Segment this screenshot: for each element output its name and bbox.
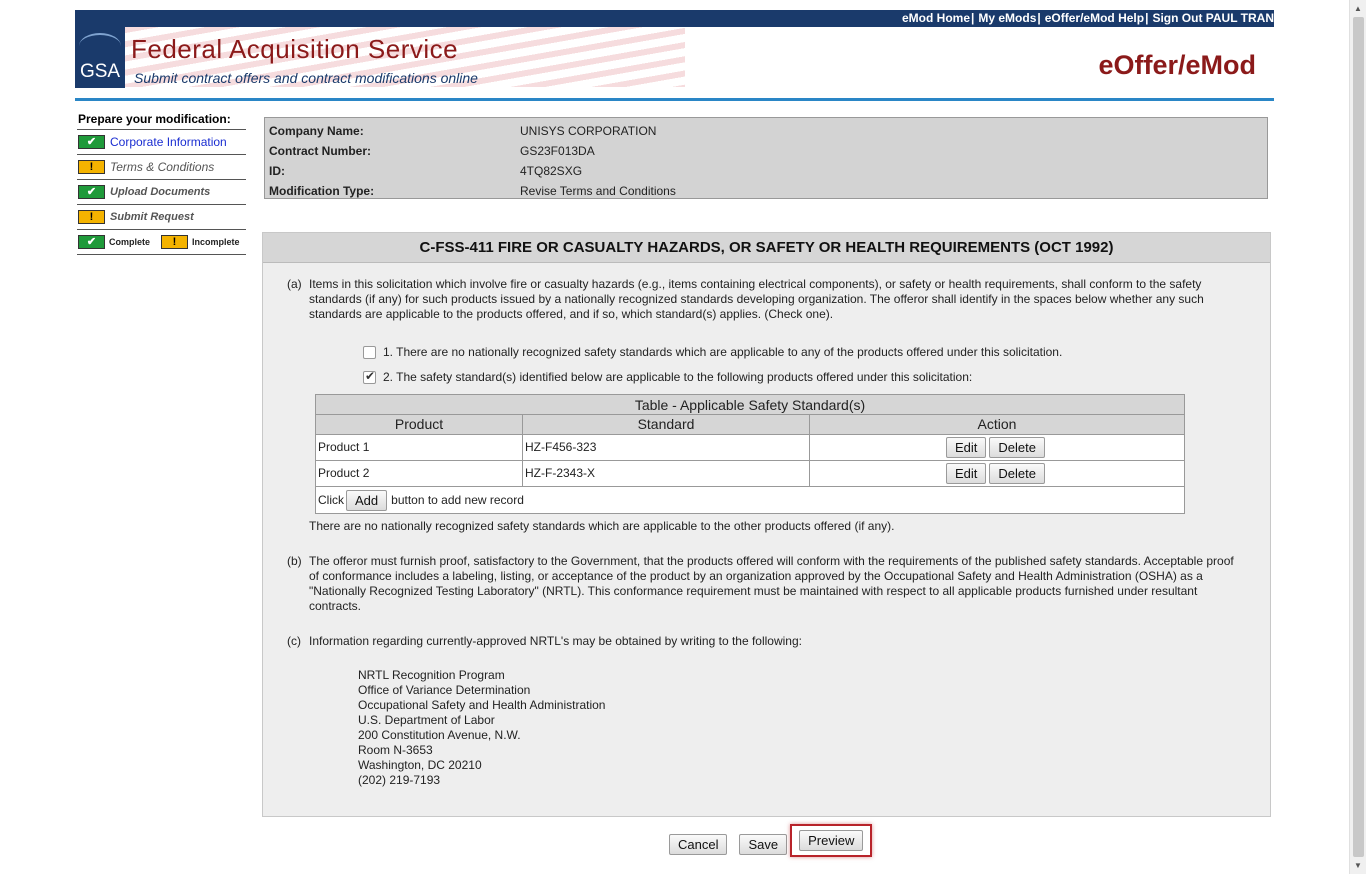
scroll-down-icon[interactable]: ▼ [1350, 857, 1366, 874]
paragraph-c: (c) Information regarding currently-appr… [287, 634, 1247, 649]
cancel-button[interactable]: Cancel [669, 833, 728, 855]
action-cell: Edit Delete [810, 435, 1184, 460]
sidebar-item-upload-documents[interactable]: ✔ Upload Documents [77, 180, 246, 205]
clause-title: C-FSS-411 FIRE OR CASUALTY HAZARDS, OR S… [263, 233, 1270, 263]
sidebar-item-submit-request[interactable]: ! Submit Request [77, 205, 246, 230]
add-row: Click Add button to add new record [316, 487, 1184, 513]
sidebar-item-terms-conditions[interactable]: ! Terms & Conditions [77, 155, 246, 180]
table-caption: Table - Applicable Safety Standard(s) [316, 395, 1184, 415]
contract-info: Company Name: UNISYS CORPORATION Contract… [264, 117, 1268, 199]
option-1-checkbox[interactable] [363, 345, 376, 359]
address-line: Room N-3653 [358, 743, 433, 757]
column-header-product: Product [316, 415, 523, 434]
warning-icon: ! [161, 235, 189, 249]
site-header: eMod Home| My eMods| eOffer/eMod Help| Sign… [75, 10, 1274, 101]
table-header: Product Standard Action [316, 415, 1184, 435]
paragraph-a-text: Items in this solicitation which involve… [309, 277, 1204, 321]
warning-icon: ! [78, 160, 105, 174]
option-2[interactable]: 2. The safety standard(s) identified bel… [363, 369, 973, 384]
table-row: Product 1 HZ-F456-323 Edit Delete [316, 435, 1184, 461]
option-2-checkbox[interactable] [363, 369, 376, 384]
paragraph-b-mark: (b) [287, 554, 302, 568]
warning-icon: ! [78, 210, 105, 224]
sidebar-item-label[interactable]: Corporate Information [110, 135, 227, 149]
brand-logo: eOffer/eMod [1098, 50, 1256, 80]
contract-value: GS23F013DA [520, 144, 595, 158]
nrtl-address: NRTL Recognition Program Office of Varia… [358, 668, 605, 788]
safety-standards-table: Table - Applicable Safety Standard(s) Pr… [315, 394, 1185, 514]
standard-cell: HZ-F-2343-X [523, 461, 810, 486]
sidebar-item-label[interactable]: Upload Documents [110, 186, 210, 198]
after-table-text: There are no nationally recognized safet… [309, 519, 895, 533]
company-value: UNISYS CORPORATION [520, 124, 657, 138]
edit-button[interactable]: Edit [946, 463, 987, 484]
company-label: Company Name: [269, 124, 364, 138]
top-nav: eMod Home| My eMods| eOffer/eMod Help| Sign… [75, 10, 1274, 27]
add-prefix: Click [318, 493, 344, 507]
column-header-action: Action [977, 416, 1017, 432]
form-actions: Cancel Save Preview [669, 824, 873, 857]
paragraph-b: (b) The offeror must furnish proof, sati… [287, 554, 1247, 614]
legend-complete: Complete [109, 237, 151, 247]
sidebar-heading: Prepare your modification: [77, 111, 246, 130]
add-suffix: button to add new record [391, 493, 524, 507]
vertical-scrollbar[interactable]: ▲ ▼ [1349, 0, 1366, 874]
column-header-standard: Standard [523, 415, 810, 434]
address-line: NRTL Recognition Program [358, 668, 505, 682]
option-1-label: 1. There are no nationally recognized sa… [383, 345, 1063, 359]
address-line: Washington, DC 20210 [358, 758, 482, 772]
address-line: 200 Constitution Avenue, N.W. [358, 728, 521, 742]
help-link[interactable]: eOffer/eMod Help [1045, 11, 1144, 25]
check-icon: ✔ [78, 185, 105, 199]
modtype-label: Modification Type: [269, 184, 375, 198]
site-title: Federal Acquisition Service [131, 34, 459, 64]
sidebar: Prepare your modification: ✔ Corporate I… [77, 111, 246, 255]
my-emods-link[interactable]: My eMods [978, 11, 1036, 25]
scrollbar-thumb[interactable] [1353, 17, 1364, 857]
sidebar-item-label[interactable]: Terms & Conditions [110, 160, 214, 174]
scroll-up-icon[interactable]: ▲ [1350, 0, 1366, 17]
paragraph-a: (a) Items in this solicitation which inv… [287, 277, 1247, 322]
modtype-value: Revise Terms and Conditions [520, 184, 676, 198]
address-line: U.S. Department of Labor [358, 713, 495, 727]
option-2-label: 2. The safety standard(s) identified bel… [383, 370, 973, 384]
delete-button[interactable]: Delete [989, 437, 1045, 458]
emod-home-link[interactable]: eMod Home [902, 11, 970, 25]
id-label: ID: [269, 164, 285, 178]
check-icon: ✔ [78, 135, 105, 149]
paragraph-b-text: The offeror must furnish proof, satisfac… [309, 554, 1234, 613]
paragraph-a-mark: (a) [287, 277, 302, 291]
contract-label: Contract Number: [269, 144, 372, 158]
address-line: Occupational Safety and Health Administr… [358, 698, 606, 712]
sidebar-item-label[interactable]: Submit Request [110, 211, 194, 223]
check-icon: ✔ [78, 235, 105, 249]
product-cell: Product 2 [316, 461, 523, 486]
standard-cell: HZ-F456-323 [523, 435, 810, 460]
address-line: Office of Variance Determination [358, 683, 531, 697]
sidebar-item-corporate-information[interactable]: ✔ Corporate Information [77, 130, 246, 155]
id-value: 4TQ82SXG [520, 164, 583, 178]
product-cell: Product 1 [316, 435, 523, 460]
paragraph-c-text: Information regarding currently-approved… [309, 634, 802, 648]
add-button[interactable]: Add [346, 489, 388, 511]
save-button[interactable]: Save [739, 833, 788, 855]
after-table-note: There are no nationally recognized safet… [309, 519, 1269, 534]
gsa-logo: GSA [75, 27, 125, 88]
action-cell: Edit Delete [810, 461, 1184, 486]
preview-highlight: Preview [790, 824, 873, 857]
edit-button[interactable]: Edit [946, 437, 987, 458]
clause-panel: C-FSS-411 FIRE OR CASUALTY HAZARDS, OR S… [262, 232, 1271, 817]
address-line: (202) 219-7193 [358, 773, 441, 787]
paragraph-c-mark: (c) [287, 634, 301, 648]
sign-out-link[interactable]: Sign Out PAUL TRAN [1152, 11, 1274, 25]
preview-button[interactable]: Preview [799, 830, 864, 851]
site-subtitle: Submit contract offers and contract modi… [134, 70, 478, 86]
delete-button[interactable]: Delete [989, 463, 1045, 484]
status-legend: ✔ Complete ! Incomplete [77, 230, 246, 255]
table-row: Product 2 HZ-F-2343-X Edit Delete [316, 461, 1184, 487]
option-1[interactable]: 1. There are no nationally recognized sa… [363, 345, 1062, 359]
legend-incomplete: Incomplete [192, 237, 240, 247]
